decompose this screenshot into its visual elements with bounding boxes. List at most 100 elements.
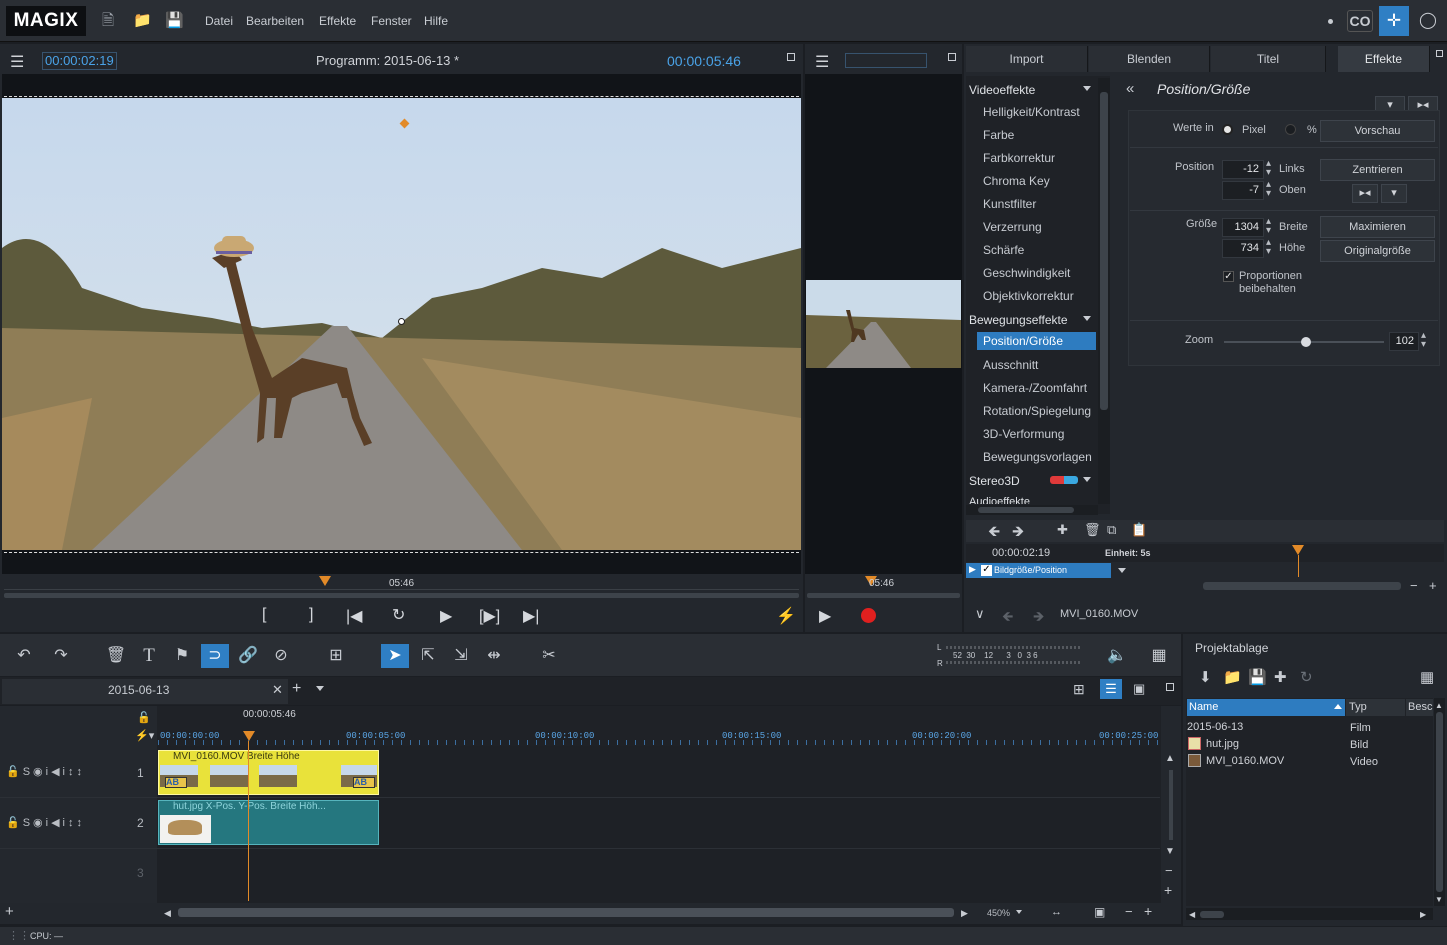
wand-tool-icon[interactable]: ✛ <box>1379 6 1409 36</box>
speaker-icon[interactable]: 🔈 <box>1103 644 1131 668</box>
category-videoeffekte[interactable]: Videoeffekte <box>969 83 1035 97</box>
source-maximize-icon[interactable] <box>948 53 956 61</box>
tab-import[interactable]: Import <box>966 46 1088 72</box>
ab-transition-icon[interactable]: AB <box>353 777 375 788</box>
zoom-slider-thumb[interactable] <box>1301 337 1311 347</box>
nav-back-icon[interactable]: 🡸 <box>1002 606 1013 630</box>
h-scroll-thumb[interactable] <box>978 507 1074 513</box>
razor-icon[interactable]: ✂ <box>535 644 563 668</box>
category-stereo3d[interactable]: Stereo3D <box>969 474 1020 488</box>
effect-farbe[interactable]: Farbe <box>983 128 1014 142</box>
program-timecode-current[interactable]: 00:00:02:19 <box>42 52 117 70</box>
track-enable-checkbox[interactable]: ✓ <box>981 565 992 576</box>
magnet-icon[interactable]: ⊃ <box>201 644 229 668</box>
collapse-down-icon[interactable]: ∨ <box>975 606 985 622</box>
tab-blenden[interactable]: Blenden <box>1089 46 1210 72</box>
track-2-controls[interactable]: 🔓S◉i◀i↕↕ <box>6 816 85 829</box>
effect-verzerrung[interactable]: Verzerrung <box>983 220 1042 234</box>
source-canvas[interactable] <box>805 74 962 574</box>
scroll-down-icon[interactable]: ▼ <box>1165 846 1175 857</box>
effect-3d-verformung[interactable]: 3D-Verformung <box>983 427 1064 441</box>
record-button[interactable] <box>861 608 876 623</box>
width-stepper-icon[interactable]: ▴ ▾ <box>1266 217 1271 236</box>
playhead-marker[interactable] <box>319 576 331 586</box>
menu-datei[interactable]: Datei <box>205 14 233 28</box>
program-scrollbar[interactable] <box>4 593 799 598</box>
delete-icon[interactable]: 🗑 <box>102 644 130 668</box>
zoom-stepper-icon[interactable]: ▴ ▾ <box>1421 331 1426 350</box>
source-timecode-box[interactable] <box>845 53 927 68</box>
bin-h-thumb[interactable] <box>1200 911 1224 918</box>
fit-width-icon[interactable]: ↔ <box>1051 906 1062 918</box>
bin-save-icon[interactable]: 💾 <box>1248 668 1267 686</box>
undo-icon[interactable]: ↶ <box>10 644 38 668</box>
effects-list-scrollbar[interactable] <box>1098 78 1110 504</box>
bin-add-icon[interactable]: ✚ <box>1274 668 1287 686</box>
left-stepper-icon[interactable]: ▴ ▾ <box>1266 159 1271 178</box>
next-keyframe-icon[interactable]: 🡺 <box>1012 521 1024 546</box>
maximize-icon[interactable] <box>787 53 795 61</box>
bin-scroll-thumb[interactable] <box>1436 712 1443 892</box>
panel-maximize-icon[interactable] <box>1436 50 1443 57</box>
source-scrollbar[interactable] <box>807 593 960 598</box>
effect-kunstfilter[interactable]: Kunstfilter <box>983 197 1036 211</box>
effect-farbkorrektur[interactable]: Farbkorrektur <box>983 151 1055 165</box>
bin-row-name[interactable]: hut.jpg <box>1206 738 1239 750</box>
add-track-icon[interactable]: + <box>5 903 14 920</box>
play-button[interactable]: ▶ <box>440 606 452 626</box>
timeline-zoom-out-icon[interactable]: − <box>1125 904 1133 919</box>
zoom-input[interactable]: 102 <box>1389 332 1419 351</box>
effect-geschwindigkeit[interactable]: Geschwindigkeit <box>983 266 1070 280</box>
scroll-up-icon[interactable]: ▲ <box>1165 753 1175 764</box>
group-select-icon[interactable]: ⇲ <box>447 644 475 668</box>
keyframe-playhead[interactable] <box>1292 545 1304 555</box>
tab-effekte[interactable]: Effekte <box>1338 46 1430 72</box>
maximize-button[interactable]: Maximieren <box>1320 216 1435 238</box>
save-icon[interactable]: 💾 <box>165 12 184 29</box>
category-bewegungseffekte[interactable]: Bewegungseffekte <box>969 313 1068 327</box>
top-stepper-icon[interactable]: ▴ ▾ <box>1266 180 1271 199</box>
keyframe-h-scrollbar[interactable] <box>1203 582 1401 590</box>
goto-in-button[interactable]: |◀ <box>346 606 362 626</box>
menu-fenster[interactable]: Fenster <box>371 14 412 28</box>
tab-dropdown-icon[interactable] <box>316 686 324 691</box>
prev-keyframe-icon[interactable]: 🡸 <box>988 521 1000 546</box>
effect-schaerfe[interactable]: Schärfe <box>983 243 1024 257</box>
track-dropdown-icon[interactable] <box>1118 568 1126 573</box>
effect-rotation-spiegelung[interactable]: Rotation/Spiegelung <box>983 404 1091 418</box>
effect-position-groesse[interactable]: Position/Größe <box>977 332 1096 350</box>
flash-icon[interactable]: ⚡ <box>776 606 796 626</box>
bin-scroll-left-icon[interactable]: ◀ <box>1189 910 1195 919</box>
video-canvas[interactable] <box>2 74 801 574</box>
unlink-icon[interactable]: ⊘ <box>267 644 295 668</box>
redo-icon[interactable]: ↷ <box>47 644 75 668</box>
bin-scroll-down-icon[interactable]: ▼ <box>1435 895 1443 904</box>
ab-transition-icon[interactable]: AB <box>165 777 187 788</box>
scroll-thumb[interactable] <box>1100 92 1108 410</box>
fit-all-icon[interactable]: ▣ <box>1094 905 1105 919</box>
zoom-dropdown-icon[interactable] <box>1016 910 1022 914</box>
effect-ausschnitt[interactable]: Ausschnitt <box>983 358 1038 372</box>
storyboard-mode-icon[interactable]: ⊞ <box>1073 681 1085 698</box>
collapse-arrow-icon[interactable] <box>1083 316 1091 321</box>
timeline-zoom-in-icon[interactable]: + <box>1144 903 1152 919</box>
menu-icon[interactable]: ☰ <box>10 52 24 72</box>
position-top-input[interactable]: -7 <box>1222 181 1264 200</box>
preview-button[interactable]: Vorschau <box>1320 120 1435 142</box>
timeline-mode-icon[interactable]: ☰ <box>1100 679 1122 699</box>
bin-view-icon[interactable]: ▦ <box>1420 668 1434 686</box>
track-height-minus-icon[interactable]: − <box>1165 863 1173 878</box>
bin-row-name[interactable]: 2015-06-13 <box>1187 721 1243 733</box>
import-icon[interactable]: ⬇ <box>1199 668 1212 686</box>
mixer-icon[interactable]: ▦ <box>1145 644 1173 668</box>
zoom-out-icon[interactable]: − <box>1410 578 1418 593</box>
link-icon[interactable]: 🔗 <box>234 644 262 668</box>
timeline-maximize-icon[interactable] <box>1166 683 1174 691</box>
position-left-input[interactable]: -12 <box>1222 160 1264 179</box>
close-tab-icon[interactable]: ✕ <box>272 682 283 698</box>
width-input[interactable]: 1304 <box>1222 218 1264 237</box>
stretch-icon[interactable]: ⇹ <box>480 644 508 668</box>
bin-scroll-right-icon[interactable]: ▶ <box>1420 910 1426 919</box>
range-select-icon[interactable]: ⇱ <box>414 644 442 668</box>
multicam-mode-icon[interactable]: ▣ <box>1133 681 1145 697</box>
